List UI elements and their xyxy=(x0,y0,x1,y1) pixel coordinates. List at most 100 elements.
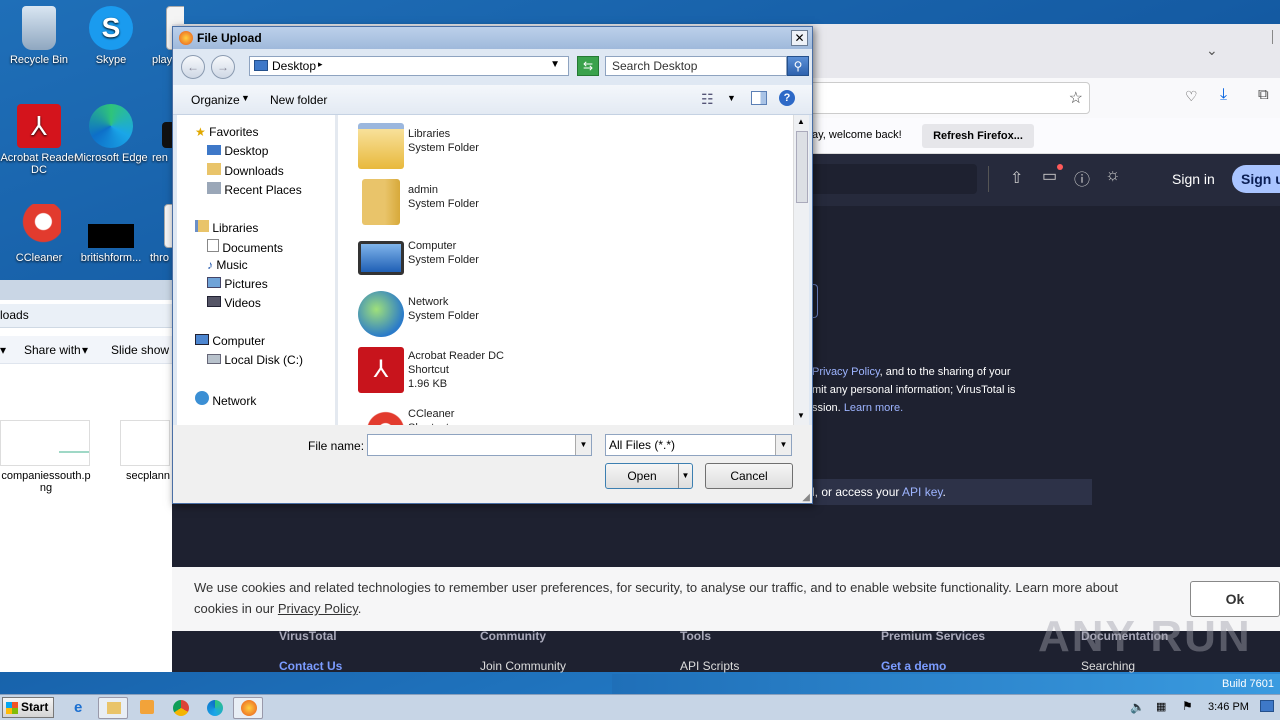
flag-icon[interactable]: ⚑ xyxy=(1182,699,1193,713)
search-button[interactable]: ⚲ xyxy=(787,56,809,76)
chrome-icon xyxy=(173,700,189,716)
file-item-libraries[interactable]: Libraries System Folder xyxy=(358,123,608,179)
pocket-icon[interactable]: ♡ xyxy=(1185,88,1198,105)
privacy-policy-link[interactable]: Privacy Policy xyxy=(812,366,880,378)
cancel-button[interactable]: Cancel xyxy=(705,463,793,489)
chevron-down-icon[interactable]: ▼ xyxy=(550,59,560,70)
close-button[interactable]: ✕ xyxy=(791,30,808,46)
desktop-icon-ccleaner[interactable]: CCleaner xyxy=(0,204,78,264)
file-item-computer[interactable]: Computer System Folder xyxy=(358,235,608,291)
scroll-up-icon[interactable]: ▲ xyxy=(797,117,805,126)
desktop-icon-label: Acrobat Reader DC xyxy=(0,152,78,176)
desktop-icon-skype[interactable]: S Skype xyxy=(72,6,150,66)
help-icon[interactable]: ? xyxy=(779,90,795,106)
nav-music[interactable]: ♪ Music xyxy=(207,258,248,272)
bookmark-star-icon[interactable]: ☆ xyxy=(1069,88,1083,108)
volume-icon[interactable]: 🔈 xyxy=(1130,700,1145,714)
file-label[interactable]: secplann xyxy=(126,470,170,482)
file-label[interactable]: companiessouth.png xyxy=(0,470,92,494)
nav-downloads[interactable]: Downloads xyxy=(207,163,284,178)
download-icon[interactable]: ⤓ xyxy=(1220,86,1227,104)
theme-icon[interactable]: ☼ xyxy=(1105,165,1121,185)
notification-icon[interactable]: ▭ xyxy=(1042,166,1057,186)
file-list-scrollbar[interactable]: ▲ ▼ xyxy=(793,115,809,425)
footer-link[interactable]: API Scripts xyxy=(680,659,739,673)
desktop-icon-thro[interactable]: thro xyxy=(146,204,172,264)
clock[interactable]: 3:46 PM xyxy=(1208,701,1249,713)
start-button[interactable]: Start xyxy=(2,697,54,718)
api-key-link[interactable]: API key xyxy=(902,485,942,499)
address-bar[interactable]: Desktop ▸ ▼ xyxy=(249,56,569,76)
desktop-icon-britishform[interactable]: britishform... xyxy=(72,204,150,264)
desktop-icon-recycle-bin[interactable]: Recycle Bin xyxy=(0,6,78,66)
open-label: Open xyxy=(627,469,657,483)
network-tray-icon[interactable]: ▦ xyxy=(1156,700,1166,713)
taskbar-ie[interactable]: e xyxy=(66,697,96,719)
footer-link[interactable]: Join Community xyxy=(480,659,566,673)
nav-favorites[interactable]: ★ Favorites xyxy=(195,125,258,139)
view-options-icon[interactable]: ☷ xyxy=(701,91,714,108)
nav-libraries[interactable]: Libraries xyxy=(195,220,258,235)
edge-icon xyxy=(89,104,133,148)
nav-network[interactable]: Network xyxy=(195,391,256,408)
chevron-down-icon[interactable]: ⌄ xyxy=(1206,42,1218,59)
file-item-ccleaner[interactable]: CCleanerShortcut xyxy=(358,403,608,425)
nav-desktop[interactable]: Desktop xyxy=(207,144,268,158)
help-icon[interactable]: ⓘ xyxy=(1074,166,1090,190)
new-folder-button[interactable]: New folder xyxy=(270,93,327,107)
footer-col-heading: Community xyxy=(480,629,546,643)
search-input[interactable]: Search Desktop xyxy=(605,56,787,76)
file-type-select[interactable]: All Files (*.*) ▼ xyxy=(605,434,792,456)
nav-documents[interactable]: Documents xyxy=(207,239,283,255)
file-name-input[interactable]: ▼ xyxy=(367,434,592,456)
chevron-right-icon: ▸ xyxy=(318,59,323,69)
desktop-icon-edge[interactable]: Microsoft Edge xyxy=(72,104,150,164)
organize-button[interactable]: Organize xyxy=(191,93,240,107)
refresh-button[interactable]: ⇆ xyxy=(577,56,599,76)
file-item-network[interactable]: Network System Folder xyxy=(358,291,608,347)
desktop-icon-acrobat[interactable]: ⅄ Acrobat Reader DC xyxy=(0,104,78,176)
nav-recent-places[interactable]: Recent Places xyxy=(207,182,302,197)
taskbar-firefox[interactable] xyxy=(233,697,263,719)
footer-link[interactable]: Contact Us xyxy=(279,659,342,673)
desktop-icon-ren[interactable]: ren xyxy=(148,104,172,164)
chevron-down-icon[interactable]: ▼ xyxy=(775,435,791,455)
cookie-privacy-link[interactable]: Privacy Policy xyxy=(278,601,358,616)
sign-in-link[interactable]: Sign in xyxy=(1172,171,1215,187)
file-item-admin[interactable]: admin System Folder xyxy=(358,179,608,235)
slide-show-button[interactable]: Slide show xyxy=(111,343,169,357)
taskbar-explorer[interactable] xyxy=(98,697,128,719)
taskbar-media[interactable] xyxy=(132,697,162,719)
refresh-firefox-button[interactable]: Refresh Firefox... xyxy=(922,124,1034,148)
upload-icon[interactable]: ⇧ xyxy=(1010,168,1023,188)
back-button[interactable]: ← xyxy=(181,55,205,79)
footer-link[interactable]: Get a demo xyxy=(881,659,946,673)
file-thumbnail[interactable] xyxy=(120,420,170,466)
file-item-acrobat[interactable]: ⅄ Acrobat Reader DC Shortcut 1.96 KB xyxy=(358,347,608,403)
explorer-address-bar[interactable]: loads xyxy=(0,304,172,328)
file-thumbnail[interactable] xyxy=(0,420,90,466)
share-with-button[interactable]: Share with xyxy=(24,343,81,357)
learn-more-link[interactable]: Learn more. xyxy=(844,402,903,414)
extensions-icon[interactable]: ⧉ xyxy=(1258,86,1269,103)
taskbar-edge[interactable] xyxy=(200,697,230,719)
resize-grip-icon[interactable]: ◢ xyxy=(802,492,810,503)
chevron-down-icon[interactable]: ▼ xyxy=(727,93,736,103)
chevron-down-icon[interactable]: ▼ xyxy=(575,435,591,455)
sign-up-button[interactable]: Sign u xyxy=(1232,165,1280,193)
scroll-down-icon[interactable]: ▼ xyxy=(797,411,805,420)
scrollbar-thumb[interactable] xyxy=(796,131,808,203)
media-player-icon xyxy=(140,700,154,714)
nav-pictures[interactable]: Pictures xyxy=(207,277,268,291)
firefox-icon xyxy=(179,31,193,45)
nav-videos[interactable]: Videos xyxy=(207,296,261,310)
preview-pane-icon[interactable] xyxy=(751,91,767,105)
nav-label: Documents xyxy=(222,241,284,255)
forward-button[interactable]: → xyxy=(211,55,235,79)
nav-computer[interactable]: Computer xyxy=(195,334,265,348)
show-desktop-icon[interactable] xyxy=(1260,700,1274,712)
taskbar-chrome[interactable] xyxy=(166,697,196,719)
chevron-down-icon[interactable]: ▼ xyxy=(678,464,692,488)
nav-local-disk[interactable]: Local Disk (C:) xyxy=(207,353,303,367)
open-button[interactable]: Open ▼ xyxy=(605,463,693,489)
